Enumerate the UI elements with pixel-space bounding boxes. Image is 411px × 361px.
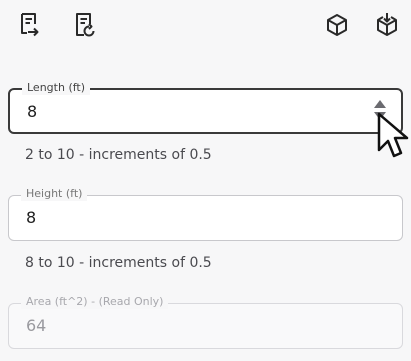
- length-label: Length (ft): [22, 81, 91, 95]
- height-label: Height (ft): [21, 187, 88, 201]
- height-field[interactable]: Height (ft): [8, 187, 403, 241]
- length-stepper[interactable]: [373, 100, 387, 124]
- document-export-icon: [21, 13, 39, 37]
- area-label: Area (ft^2) - (Read Only): [21, 295, 169, 309]
- cube-icon: [327, 14, 347, 36]
- decrement-arrow-icon[interactable]: [374, 112, 386, 120]
- length-hint: 2 to 10 - increments of 0.5: [25, 147, 212, 163]
- document-export-button[interactable]: [13, 10, 43, 40]
- cube-button[interactable]: [322, 10, 352, 40]
- document-restore-button[interactable]: [70, 10, 100, 40]
- toolbar: [0, 0, 411, 56]
- height-hint: 8 to 10 - increments of 0.5: [25, 255, 212, 271]
- length-field[interactable]: Length (ft): [8, 81, 403, 134]
- increment-arrow-icon[interactable]: [374, 100, 386, 108]
- document-restore-icon: [76, 13, 95, 37]
- area-input: [26, 315, 356, 337]
- area-field: Area (ft^2) - (Read Only): [8, 295, 403, 349]
- length-input[interactable]: [27, 101, 357, 123]
- cube-download-icon: [377, 13, 397, 36]
- cube-download-button[interactable]: [372, 10, 402, 40]
- height-input[interactable]: [26, 207, 356, 229]
